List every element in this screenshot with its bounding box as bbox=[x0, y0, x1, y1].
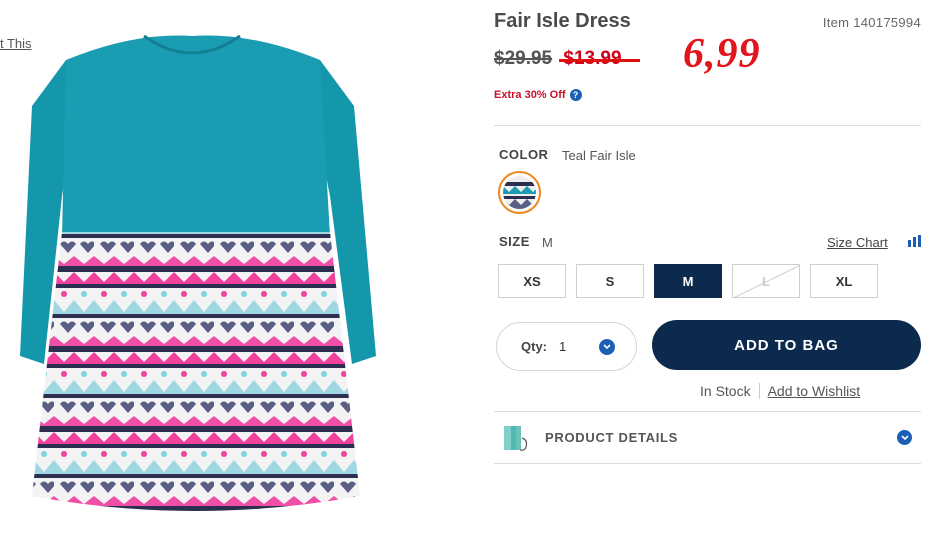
help-icon[interactable]: ? bbox=[569, 89, 582, 101]
qty-value: 1 bbox=[559, 339, 567, 354]
qty-label: Qty: bbox=[521, 339, 547, 354]
divider bbox=[494, 463, 921, 464]
color-swatch-teal-fair-isle[interactable] bbox=[498, 171, 541, 214]
product-details-toggle[interactable]: PRODUCT DETAILS bbox=[545, 430, 678, 445]
size-option-m[interactable]: M bbox=[654, 264, 722, 298]
stock-row: In Stock Add to Wishlist bbox=[700, 383, 860, 399]
handwritten-new-price: 6,99 bbox=[683, 31, 761, 77]
size-option-l[interactable]: L bbox=[732, 264, 800, 298]
item-number: Item 140175994 bbox=[822, 15, 921, 30]
original-price: $29.95 bbox=[494, 48, 553, 69]
color-value: Teal Fair Isle bbox=[562, 148, 636, 163]
product-title: Fair Isle Dress bbox=[494, 10, 631, 32]
size-chart-link[interactable]: Size Chart bbox=[827, 235, 888, 250]
add-to-bag-button[interactable]: ADD TO BAG bbox=[652, 320, 921, 370]
color-label: COLOR bbox=[499, 147, 549, 162]
divider bbox=[494, 125, 921, 126]
chevron-down-icon[interactable] bbox=[897, 430, 912, 445]
extra-offer: Extra 30% Off ? bbox=[494, 89, 582, 101]
product-image bbox=[20, 34, 376, 511]
size-option-xs[interactable]: XS bbox=[498, 264, 566, 298]
separator bbox=[758, 383, 760, 399]
size-option-xl[interactable]: XL bbox=[810, 264, 878, 298]
price-row: $29.95 $13.99 bbox=[494, 48, 622, 70]
divider bbox=[494, 411, 921, 412]
quantity-select[interactable]: Qty: 1 bbox=[496, 322, 637, 371]
size-value: M bbox=[542, 235, 553, 250]
clothing-tag-icon bbox=[504, 426, 528, 451]
sale-price: $13.99 bbox=[563, 48, 622, 69]
bar-chart-icon[interactable] bbox=[908, 235, 921, 247]
size-options: XS S M L XL bbox=[498, 264, 878, 298]
add-to-wishlist-link[interactable]: Add to Wishlist bbox=[768, 383, 861, 399]
extra-offer-text: Extra 30% Off bbox=[494, 89, 566, 101]
size-option-s[interactable]: S bbox=[576, 264, 644, 298]
size-label: SIZE bbox=[499, 234, 530, 249]
fabric-swatch-icon bbox=[503, 176, 536, 209]
chevron-down-icon[interactable] bbox=[599, 339, 615, 355]
stock-status: In Stock bbox=[700, 383, 751, 399]
